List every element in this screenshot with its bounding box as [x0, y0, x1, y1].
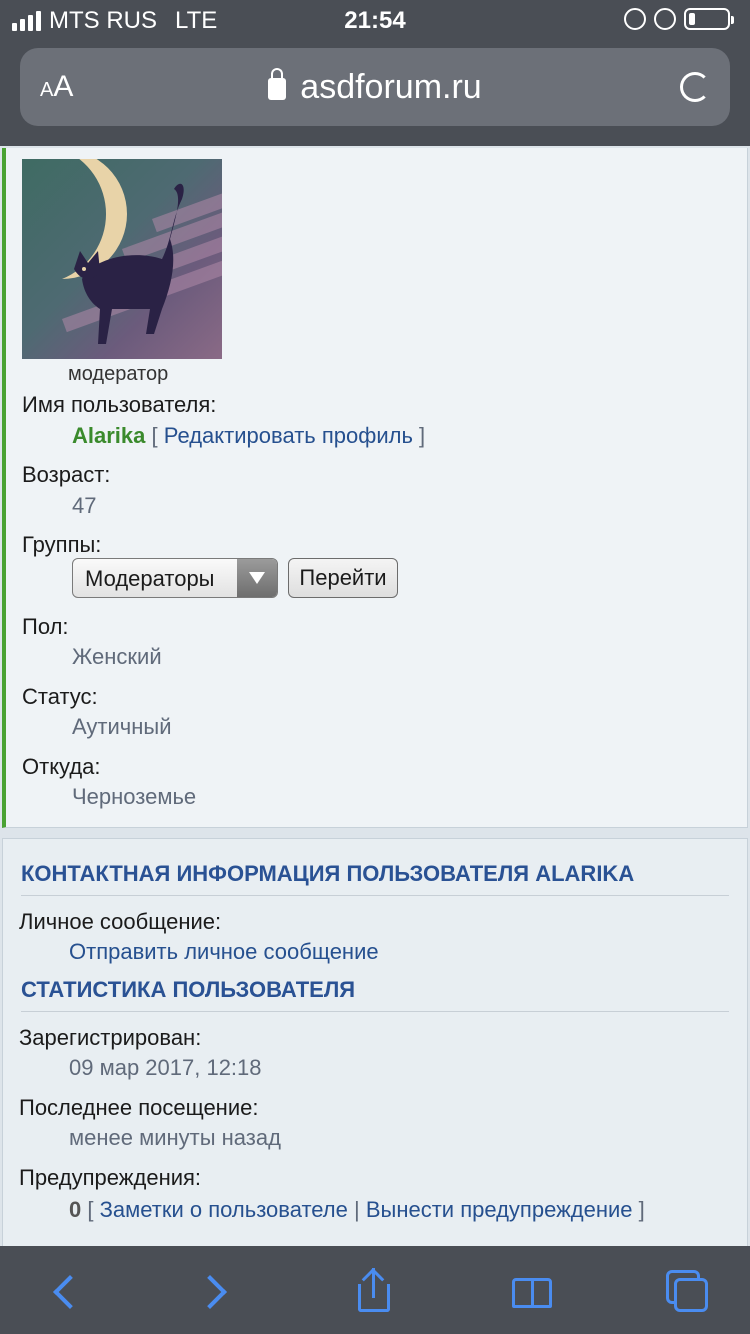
registered-value: 09 мар 2017, 12:18 [69, 1055, 262, 1080]
user-rank: модератор [68, 363, 169, 385]
status-bar: MTS RUS LTE 21:54 [0, 0, 750, 40]
last-visit-label: Последнее посещение: [19, 1095, 259, 1120]
alarm-icon [654, 8, 676, 30]
groups-label: Группы: [22, 532, 102, 557]
user-notes-link[interactable]: Заметки о пользователе [100, 1197, 348, 1222]
send-pm-link[interactable]: Отправить личное сообщение [69, 939, 379, 964]
username-row: Alarika [ Редактировать профиль ] [72, 423, 425, 449]
username-label: Имя пользователя: [22, 392, 217, 417]
battery-icon [684, 8, 734, 30]
age-label: Возраст: [22, 462, 111, 487]
back-button[interactable] [42, 1268, 90, 1316]
chevron-left-icon [53, 1275, 87, 1309]
bracket-open: [ [151, 423, 158, 448]
avatar [22, 159, 222, 359]
profile-panel: модератор Имя пользователя: Alarika [ Ре… [2, 148, 748, 828]
warnings-bracket-close: ] [638, 1197, 645, 1222]
contact-title: КОНТАКТНАЯ ИНФОРМАЦИЯ ПОЛЬЗОВАТЕЛЯ ALARI… [21, 861, 729, 896]
warnings-bracket-open: [ [87, 1197, 94, 1222]
url-text: asdforum.ru [300, 68, 482, 106]
forward-button[interactable] [192, 1268, 240, 1316]
gender-label: Пол: [22, 614, 69, 639]
tabs-button[interactable] [664, 1268, 712, 1316]
status-right [624, 8, 734, 30]
pm-link-row: Отправить личное сообщение [69, 939, 379, 965]
warnings-label: Предупреждения: [19, 1165, 202, 1190]
black-cat-avatar-image [61, 159, 222, 344]
last-visit-value: менее минуты назад [69, 1125, 281, 1150]
dropdown-arrow-icon [237, 559, 277, 597]
status-value: Аутичный [72, 714, 172, 739]
pm-label: Личное сообщение: [19, 909, 222, 934]
lock-icon [268, 68, 287, 100]
location-value: Черноземье [72, 784, 197, 809]
link-separator: | [354, 1197, 360, 1222]
browser-toolbar [0, 1246, 750, 1334]
chevron-right-icon [193, 1275, 227, 1309]
book-icon [512, 1278, 552, 1308]
stats-title: СТАТИСТИКА ПОЛЬЗОВАТЕЛЯ [21, 977, 729, 1012]
url-display[interactable]: asdforum.ru [20, 68, 730, 107]
warnings-count: 0 [69, 1197, 82, 1222]
go-button[interactable]: Перейти [288, 558, 398, 598]
issue-warning-link[interactable]: Вынести предупреждение [366, 1197, 633, 1222]
orientation-lock-icon [624, 8, 646, 30]
username[interactable]: Alarika [72, 423, 145, 448]
gender-value: Женский [72, 644, 162, 669]
address-bar[interactable]: AA asdforum.ru [20, 48, 730, 126]
age-value: 47 [72, 493, 97, 518]
location-label: Откуда: [22, 754, 101, 779]
warnings-row: 0 [ Заметки о пользователе | Вынести пре… [69, 1195, 729, 1225]
groups-select[interactable]: Модераторы [72, 558, 278, 598]
page-content: модератор Имя пользователя: Alarika [ Ре… [0, 146, 750, 1246]
bracket-close: ] [419, 423, 426, 448]
share-arrow-icon [372, 1268, 375, 1298]
share-button[interactable] [350, 1268, 398, 1316]
reload-icon[interactable] [680, 72, 710, 102]
status-label: Статус: [22, 684, 98, 709]
contact-panel: КОНТАКТНАЯ ИНФОРМАЦИЯ ПОЛЬЗОВАТЕЛЯ ALARI… [2, 838, 748, 1246]
bookmarks-button[interactable] [508, 1268, 556, 1316]
groups-select-value: Модераторы [85, 566, 215, 591]
registered-label: Зарегистрирован: [19, 1025, 202, 1050]
edit-profile-link[interactable]: Редактировать профиль [164, 423, 413, 448]
tabs-icon [674, 1278, 708, 1312]
